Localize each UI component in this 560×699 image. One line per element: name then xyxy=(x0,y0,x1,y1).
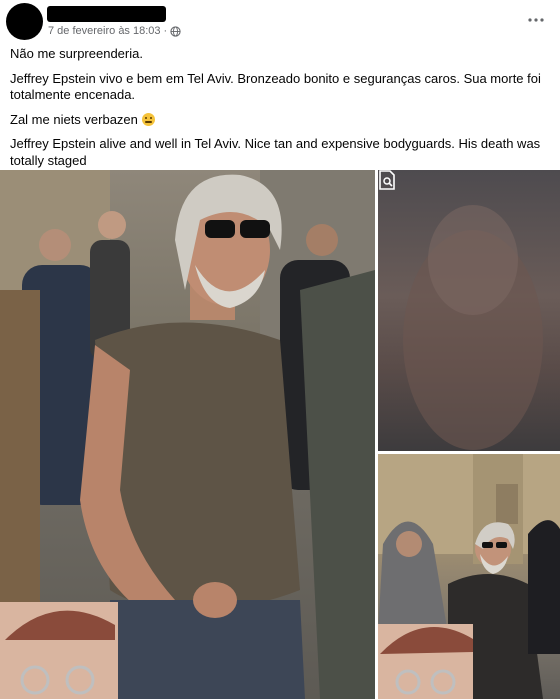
post-header: 7 de fevereiro às 18:03 · xyxy=(0,0,560,42)
post-text: Não me surpreenderia. Jeffrey Epstein vi… xyxy=(10,46,550,177)
main-photo[interactable] xyxy=(0,170,375,699)
more-options-button[interactable] xyxy=(524,8,548,32)
grimacing-face-emoji xyxy=(141,112,155,126)
meta-separator: · xyxy=(163,25,168,37)
blurred-photo[interactable] xyxy=(378,170,560,451)
post-text-dutch: Zal me niets verbazen xyxy=(10,111,138,127)
post-meta: 7 de fevereiro às 18:03 · xyxy=(48,25,181,37)
blurred-photo-illustration xyxy=(403,205,543,450)
post-text-line: Jeffrey Epstein alive and well in Tel Av… xyxy=(10,136,541,168)
sensitive-content-icon xyxy=(379,170,395,190)
avatar[interactable] xyxy=(6,3,43,40)
photo-gallery xyxy=(0,170,560,699)
street-photo[interactable] xyxy=(378,454,560,699)
globe-icon xyxy=(170,25,181,37)
post-text-line: Jeffrey Epstein vivo e bem em Tel Aviv. … xyxy=(10,70,541,103)
post-text-line: Não me surpreenderia. xyxy=(10,46,143,61)
main-photo-illustration xyxy=(0,170,375,699)
more-icon xyxy=(528,18,544,22)
street-photo-illustration xyxy=(378,454,560,699)
post-timestamp[interactable]: 7 de fevereiro às 18:03 xyxy=(48,25,161,37)
author-name-redacted[interactable] xyxy=(47,6,166,22)
post-text-line-dutch: Zal me niets verbazen xyxy=(10,112,550,129)
